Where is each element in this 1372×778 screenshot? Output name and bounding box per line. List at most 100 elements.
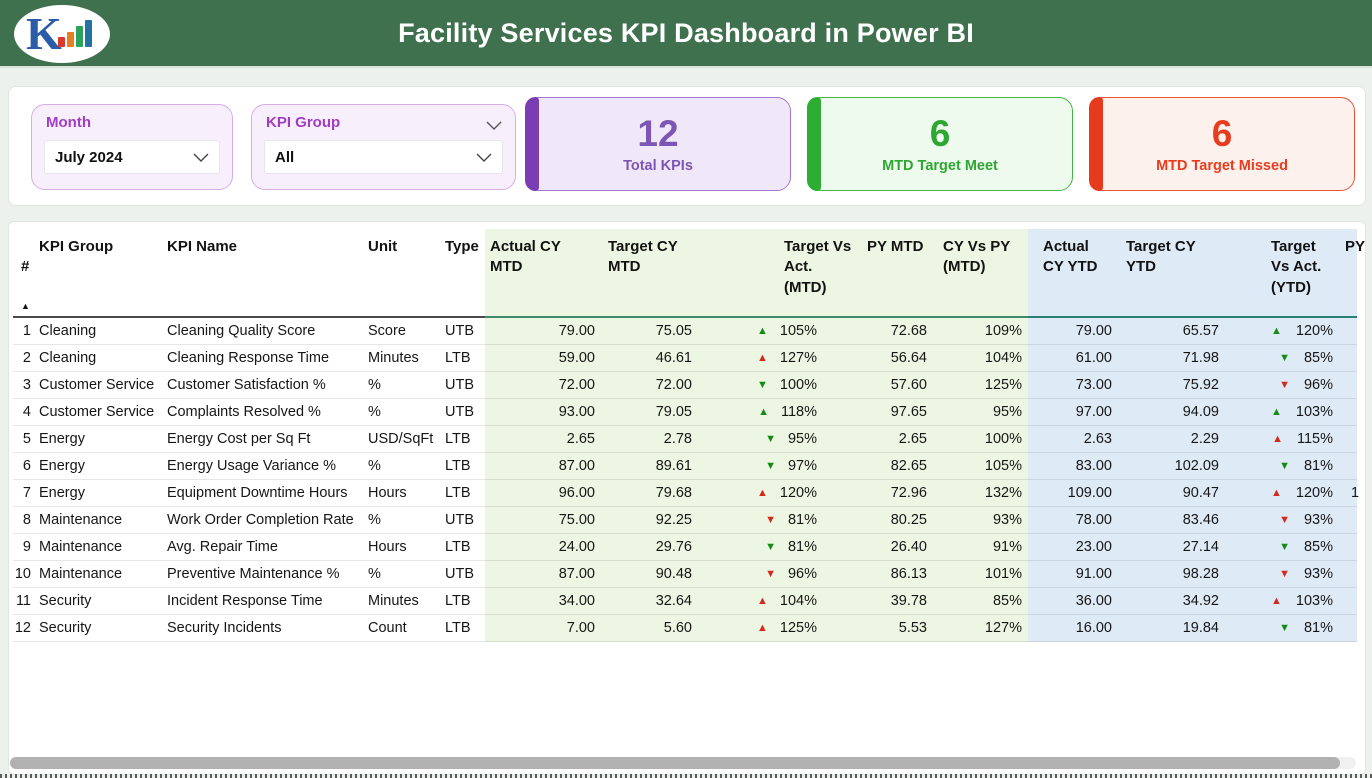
py-mtd-cell: 80.25	[855, 507, 933, 534]
target-cy-mtd-cell: 2.78	[601, 426, 698, 453]
unit-cell: Minutes	[368, 345, 445, 372]
kpi-group-cell: Energy	[39, 480, 167, 507]
py-mtd-cell: 26.40	[855, 534, 933, 561]
actual-cy-mtd-cell: 93.00	[485, 399, 601, 426]
target-vs-act-mtd-cell: ▼97%	[698, 453, 855, 480]
py-ytd-cell: 1	[1337, 480, 1357, 507]
py-ytd-cell	[1337, 507, 1357, 534]
cy-vs-py-mtd-cell: 127%	[933, 615, 1028, 642]
actual-cy-ytd-cell: 36.00	[1028, 588, 1118, 615]
py-ytd-cell	[1337, 318, 1357, 345]
type-cell: LTB	[445, 426, 485, 453]
target-vs-act-mtd-cell: ▼100%	[698, 372, 855, 399]
py-ytd-cell	[1337, 426, 1357, 453]
target-cy-ytd-cell: 102.09	[1118, 453, 1225, 480]
col-header-cy-vs-py-mtd[interactable]: CY Vs PY (MTD)	[933, 229, 1028, 318]
target-vs-act-ytd-cell: ▲103%	[1225, 588, 1337, 615]
cy-vs-py-mtd-cell: 101%	[933, 561, 1028, 588]
type-cell: UTB	[445, 399, 485, 426]
row-number-cell: 9	[13, 534, 39, 561]
col-header-target-cy-mtd[interactable]: Target CY MTD	[601, 229, 698, 318]
col-header-py-mtd[interactable]: PY MTD	[855, 229, 933, 318]
kpi-group-cell: Cleaning	[39, 318, 167, 345]
col-header-kpi-group[interactable]: KPI Group	[39, 229, 167, 318]
app-header: K Facility Services KPI Dashboard in Pow…	[0, 0, 1372, 68]
type-cell: UTB	[445, 507, 485, 534]
target-vs-act-mtd-cell: ▲118%	[698, 399, 855, 426]
row-number-cell: 3	[13, 372, 39, 399]
col-header-target-vs-act-ytd[interactable]: Target Vs Act. (YTD)	[1225, 229, 1337, 318]
target-vs-act-mtd-cell: ▲127%	[698, 345, 855, 372]
col-header-unit[interactable]: Unit	[368, 229, 445, 318]
table-row[interactable]: 4 Customer Service Complaints Resolved %…	[9, 399, 1365, 426]
row-number-cell: 6	[13, 453, 39, 480]
horizontal-scrollbar-thumb[interactable]	[10, 757, 1340, 769]
unit-cell: %	[368, 507, 445, 534]
table-row[interactable]: 2 Cleaning Cleaning Response Time Minute…	[9, 345, 1365, 372]
mtd-target-missed-value: 6	[1212, 114, 1233, 155]
trend-arrow-icon: ▲	[1271, 326, 1282, 337]
kpi-group-cell: Customer Service	[39, 399, 167, 426]
row-number-cell: 5	[13, 426, 39, 453]
unit-cell: Hours	[368, 480, 445, 507]
target-cy-ytd-cell: 2.29	[1118, 426, 1225, 453]
month-dropdown[interactable]: July 2024	[44, 140, 220, 174]
actual-cy-ytd-cell: 16.00	[1028, 615, 1118, 642]
trend-arrow-icon: ▲	[1272, 434, 1283, 445]
py-ytd-cell	[1337, 615, 1357, 642]
kpi-group-cell: Security	[39, 615, 167, 642]
actual-cy-mtd-cell: 7.00	[485, 615, 601, 642]
row-number-cell: 4	[13, 399, 39, 426]
company-logo: K	[14, 5, 110, 63]
trend-arrow-icon: ▼	[1279, 461, 1290, 472]
kpi-group-cell: Customer Service	[39, 372, 167, 399]
trend-arrow-icon: ▼	[1279, 569, 1290, 580]
table-row[interactable]: 9 Maintenance Avg. Repair Time Hours LTB…	[9, 534, 1365, 561]
total-kpis-value: 12	[637, 114, 678, 155]
kpi-group-dropdown[interactable]: All	[264, 140, 503, 174]
target-cy-ytd-cell: 98.28	[1118, 561, 1225, 588]
month-slicer-label: Month	[46, 114, 91, 131]
actual-cy-ytd-cell: 23.00	[1028, 534, 1118, 561]
card-accent-bar	[807, 97, 821, 191]
mtd-target-meet-value: 6	[930, 114, 951, 155]
table-row[interactable]: 8 Maintenance Work Order Completion Rate…	[9, 507, 1365, 534]
target-vs-act-ytd-cell: ▼85%	[1225, 345, 1337, 372]
col-header-type[interactable]: Type	[445, 229, 485, 318]
mtd-target-meet-label: MTD Target Meet	[882, 158, 998, 174]
table-row[interactable]: 10 Maintenance Preventive Maintenance % …	[9, 561, 1365, 588]
target-cy-mtd-cell: 32.64	[601, 588, 698, 615]
table-row[interactable]: 1 Cleaning Cleaning Quality Score Score …	[9, 318, 1365, 345]
col-header-target-vs-act-mtd[interactable]: Target Vs Act. (MTD)	[698, 229, 855, 318]
py-ytd-cell	[1337, 345, 1357, 372]
target-cy-mtd-cell: 72.00	[601, 372, 698, 399]
py-mtd-cell: 57.60	[855, 372, 933, 399]
target-vs-act-ytd-cell: ▼93%	[1225, 561, 1337, 588]
actual-cy-mtd-cell: 34.00	[485, 588, 601, 615]
kpi-name-cell: Security Incidents	[167, 615, 368, 642]
type-cell: UTB	[445, 372, 485, 399]
table-row[interactable]: 3 Customer Service Customer Satisfaction…	[9, 372, 1365, 399]
target-vs-act-mtd-cell: ▲120%	[698, 480, 855, 507]
table-row[interactable]: 12 Security Security Incidents Count LTB…	[9, 615, 1365, 642]
table-row[interactable]: 6 Energy Energy Usage Variance % % LTB 8…	[9, 453, 1365, 480]
col-header-actual-cy-ytd[interactable]: Actual CY YTD	[1028, 229, 1118, 318]
target-cy-mtd-cell: 90.48	[601, 561, 698, 588]
slicer-collapse-chevron-icon[interactable]	[486, 117, 502, 135]
row-number-cell: 8	[13, 507, 39, 534]
col-header-py-ytd[interactable]: PY	[1337, 229, 1357, 318]
col-header-kpi-name[interactable]: KPI Name	[167, 229, 368, 318]
cy-vs-py-mtd-cell: 109%	[933, 318, 1028, 345]
col-header-actual-cy-mtd[interactable]: Actual CY MTD	[485, 229, 601, 318]
col-header-target-cy-ytd[interactable]: Target CY YTD	[1118, 229, 1225, 318]
kpi-group-slicer: KPI Group All	[251, 104, 516, 190]
table-row[interactable]: 11 Security Incident Response Time Minut…	[9, 588, 1365, 615]
col-header-num[interactable]: # ▲	[13, 229, 39, 318]
table-row[interactable]: 5 Energy Energy Cost per Sq Ft USD/SqFt …	[9, 426, 1365, 453]
kpi-group-dropdown-value: All	[275, 149, 294, 166]
horizontal-scrollbar-track[interactable]	[10, 757, 1356, 769]
trend-arrow-icon: ▼	[1279, 515, 1290, 526]
target-cy-mtd-cell: 29.76	[601, 534, 698, 561]
cy-vs-py-mtd-cell: 132%	[933, 480, 1028, 507]
table-row[interactable]: 7 Energy Equipment Downtime Hours Hours …	[9, 480, 1365, 507]
